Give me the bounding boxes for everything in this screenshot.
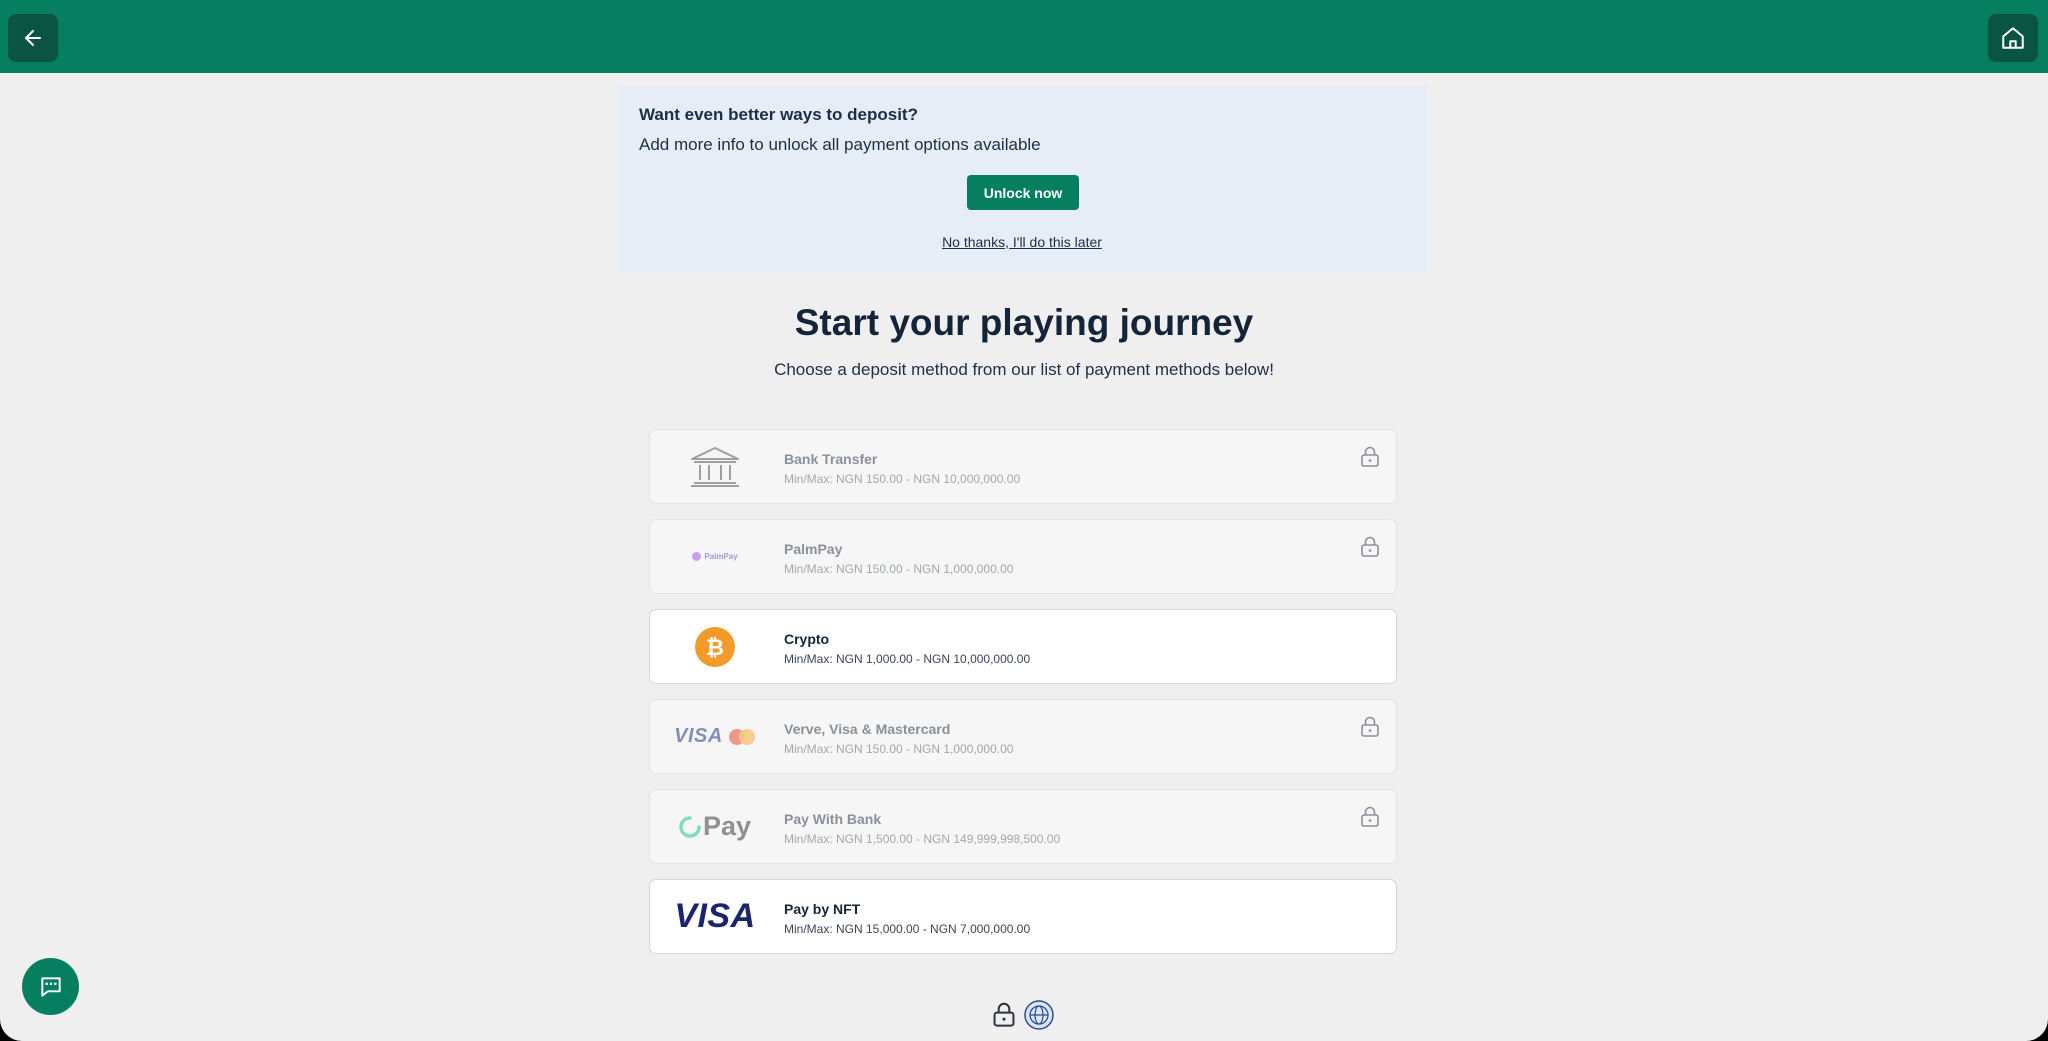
- method-name: PalmPay: [784, 541, 843, 557]
- visa-logo: VISA: [674, 897, 756, 935]
- back-button[interactable]: [8, 14, 58, 62]
- home-button[interactable]: [1988, 14, 2038, 62]
- page-subtitle: Choose a deposit method from our list of…: [774, 360, 1274, 379]
- svg-text:₿: ₿: [706, 636, 724, 661]
- page-title: Start your playing journey: [794, 302, 1254, 343]
- globe-badge-icon: [1024, 1000, 1054, 1030]
- method-name: Pay by NFT: [784, 901, 861, 917]
- promo-subtitle: Add more info to unlock all payment opti…: [639, 135, 1041, 154]
- bank-icon: [660, 430, 770, 503]
- opay-logo: Pay: [660, 790, 770, 863]
- method-range: Min/Max: NGN 150.00 - NGN 1,000,000.00: [784, 562, 1014, 576]
- lock-icon: [1361, 716, 1379, 737]
- promo-title: Want even better ways to deposit?: [639, 105, 918, 124]
- top-bar: [0, 0, 2048, 73]
- arrow-left-icon: [25, 30, 41, 46]
- deposit-screen: Want even better ways to deposit? Add mo…: [0, 0, 2048, 1041]
- method-bank-transfer[interactable]: Bank Transfer Min/Max: NGN 150.00 - NGN …: [649, 429, 1397, 504]
- method-range: Min/Max: NGN 15,000.00 - NGN 7,000,000.0…: [784, 922, 1031, 936]
- method-pay-by-nft[interactable]: VISA Pay by NFT Min/Max: NGN 15,000.00 -…: [649, 879, 1397, 954]
- method-name: Verve, Visa & Mastercard: [784, 721, 951, 737]
- lock-icon: [993, 1002, 1015, 1027]
- method-name: Bank Transfer: [784, 451, 878, 467]
- method-range: Min/Max: NGN 150.00 - NGN 1,000,000.00: [784, 742, 1014, 756]
- method-pay-with-bank[interactable]: Pay Pay With Bank Min/Max: NGN 1,500.00 …: [649, 789, 1397, 864]
- method-name: Pay With Bank: [784, 811, 882, 827]
- method-name: Crypto: [784, 631, 830, 647]
- do-later-link-text[interactable]: No thanks, I'll do this later: [942, 234, 1102, 250]
- do-later-link: No thanks, I'll do this later: [617, 234, 1427, 250]
- method-range: Min/Max: NGN 1,500.00 - NGN 149,999,998,…: [784, 832, 1061, 846]
- method-range: Min/Max: NGN 1,000.00 - NGN 10,000,000.0…: [784, 652, 1031, 666]
- chat-support-button[interactable]: [22, 958, 79, 1015]
- lock-icon: [1361, 806, 1379, 827]
- visa-mastercard-logo: VISA: [660, 700, 770, 773]
- method-verve-visa-mastercard[interactable]: VISA Verve, Visa & Mastercard Min/Max: N…: [649, 699, 1397, 774]
- method-range: Min/Max: NGN 150.00 - NGN 10,000,000.00: [784, 472, 1021, 486]
- home-icon: [2002, 27, 2024, 49]
- method-crypto[interactable]: ₿ Crypto Min/Max: NGN 1,000.00 - NGN 10,…: [649, 609, 1397, 684]
- palmpay-logo: PalmPay: [660, 520, 770, 593]
- footer-security-badges: [992, 1000, 1054, 1030]
- lock-icon: [1361, 536, 1379, 557]
- method-palmpay[interactable]: PalmPay PalmPay Min/Max: NGN 150.00 - NG…: [649, 519, 1397, 594]
- unlock-now-button[interactable]: Unlock now: [967, 175, 1079, 210]
- lock-icon: [1361, 446, 1379, 467]
- bitcoin-icon: ₿: [660, 610, 770, 683]
- chat-icon: [40, 976, 61, 997]
- unlock-promo-banner: Want even better ways to deposit? Add mo…: [617, 86, 1427, 272]
